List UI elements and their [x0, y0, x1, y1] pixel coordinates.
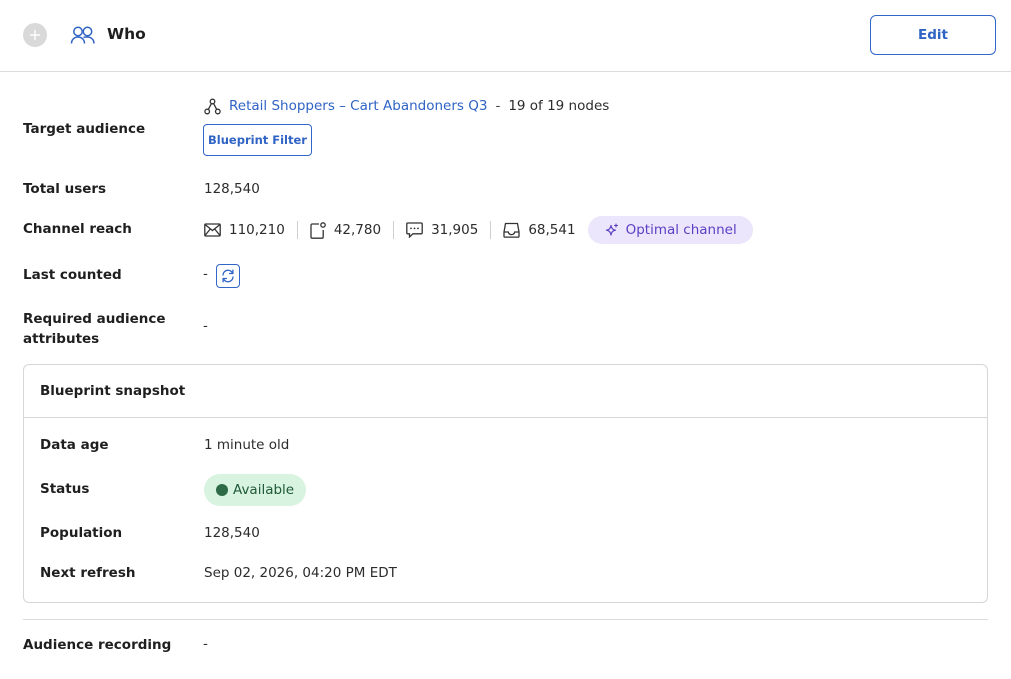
- email-reach: 110,210: [204, 222, 285, 238]
- audience-separator: -: [495, 98, 501, 114]
- required-attributes-label-line1: Required audience: [23, 311, 166, 327]
- reach-divider: [490, 221, 492, 239]
- optimal-channel-label: Optimal channel: [625, 222, 737, 238]
- inbox-reach-value: 68,541: [528, 222, 576, 238]
- sms-reach: 31,905: [406, 222, 478, 238]
- channel-reach-row: 110,210 42,780 31,905 68,541 Optimal cha…: [204, 216, 753, 244]
- push-reach-value: 42,780: [333, 222, 382, 238]
- reach-divider: [393, 221, 395, 239]
- edit-button[interactable]: Edit: [870, 15, 996, 55]
- inbox-reach: 68,541: [503, 222, 576, 238]
- audience-node-count: 19 of 19 nodes: [508, 98, 610, 114]
- population-label: Population: [40, 525, 123, 541]
- people-icon: [70, 26, 95, 44]
- required-attributes-label: Required audience attributes: [23, 309, 166, 349]
- audience-link[interactable]: Retail Shoppers – Cart Abandoners Q3: [229, 98, 487, 114]
- inbox-icon: [503, 222, 520, 238]
- section-header: Who Edit: [0, 0, 1011, 72]
- last-counted-value: -: [203, 266, 208, 282]
- status-label: Status: [40, 481, 90, 497]
- data-age-label: Data age: [40, 437, 109, 453]
- target-audience-label: Target audience: [23, 121, 146, 137]
- blueprint-filter-badge[interactable]: Blueprint Filter: [203, 124, 312, 156]
- total-users-value: 128,540: [204, 181, 260, 197]
- optimal-channel-badge[interactable]: Optimal channel: [587, 216, 753, 244]
- audience-row: Retail Shoppers – Cart Abandoners Q3 - 1…: [204, 96, 609, 116]
- collapse-button[interactable]: [23, 23, 47, 47]
- status-badge: Available: [204, 474, 307, 506]
- required-attributes-value: -: [203, 318, 208, 334]
- snapshot-title: Blueprint snapshot: [40, 383, 186, 399]
- push-notification-icon: [310, 221, 326, 239]
- snapshot-header: Blueprint snapshot: [24, 365, 987, 418]
- blueprint-snapshot-card: Blueprint snapshot: [23, 364, 988, 603]
- next-refresh-value: Sep 02, 2026, 04:20 PM EDT: [204, 565, 397, 581]
- status-dot-icon: [216, 484, 228, 496]
- status-value: Available: [233, 482, 295, 498]
- total-users-label: Total users: [23, 181, 107, 197]
- email-icon: [204, 223, 221, 237]
- push-reach: 42,780: [310, 221, 382, 239]
- sms-reach-value: 31,905: [431, 222, 479, 238]
- segment-icon: [204, 98, 221, 114]
- population-value: 128,540: [204, 525, 260, 541]
- email-reach-value: 110,210: [229, 222, 285, 238]
- data-age-value: 1 minute old: [204, 437, 290, 453]
- refresh-icon: [222, 269, 234, 283]
- sparkle-icon: [605, 222, 618, 236]
- last-counted-label: Last counted: [23, 267, 122, 283]
- audience-recording-label: Audience recording: [23, 637, 172, 653]
- section-divider: [23, 619, 988, 620]
- plus-icon: [29, 29, 41, 41]
- channel-reach-label: Channel reach: [23, 221, 132, 237]
- refresh-count-button[interactable]: [216, 264, 240, 288]
- sms-icon: [406, 222, 423, 238]
- reach-divider: [296, 221, 298, 239]
- next-refresh-label: Next refresh: [40, 565, 136, 581]
- audience-recording-value: -: [203, 636, 208, 652]
- section-title: Who: [107, 25, 146, 43]
- required-attributes-label-line2: attributes: [23, 331, 100, 347]
